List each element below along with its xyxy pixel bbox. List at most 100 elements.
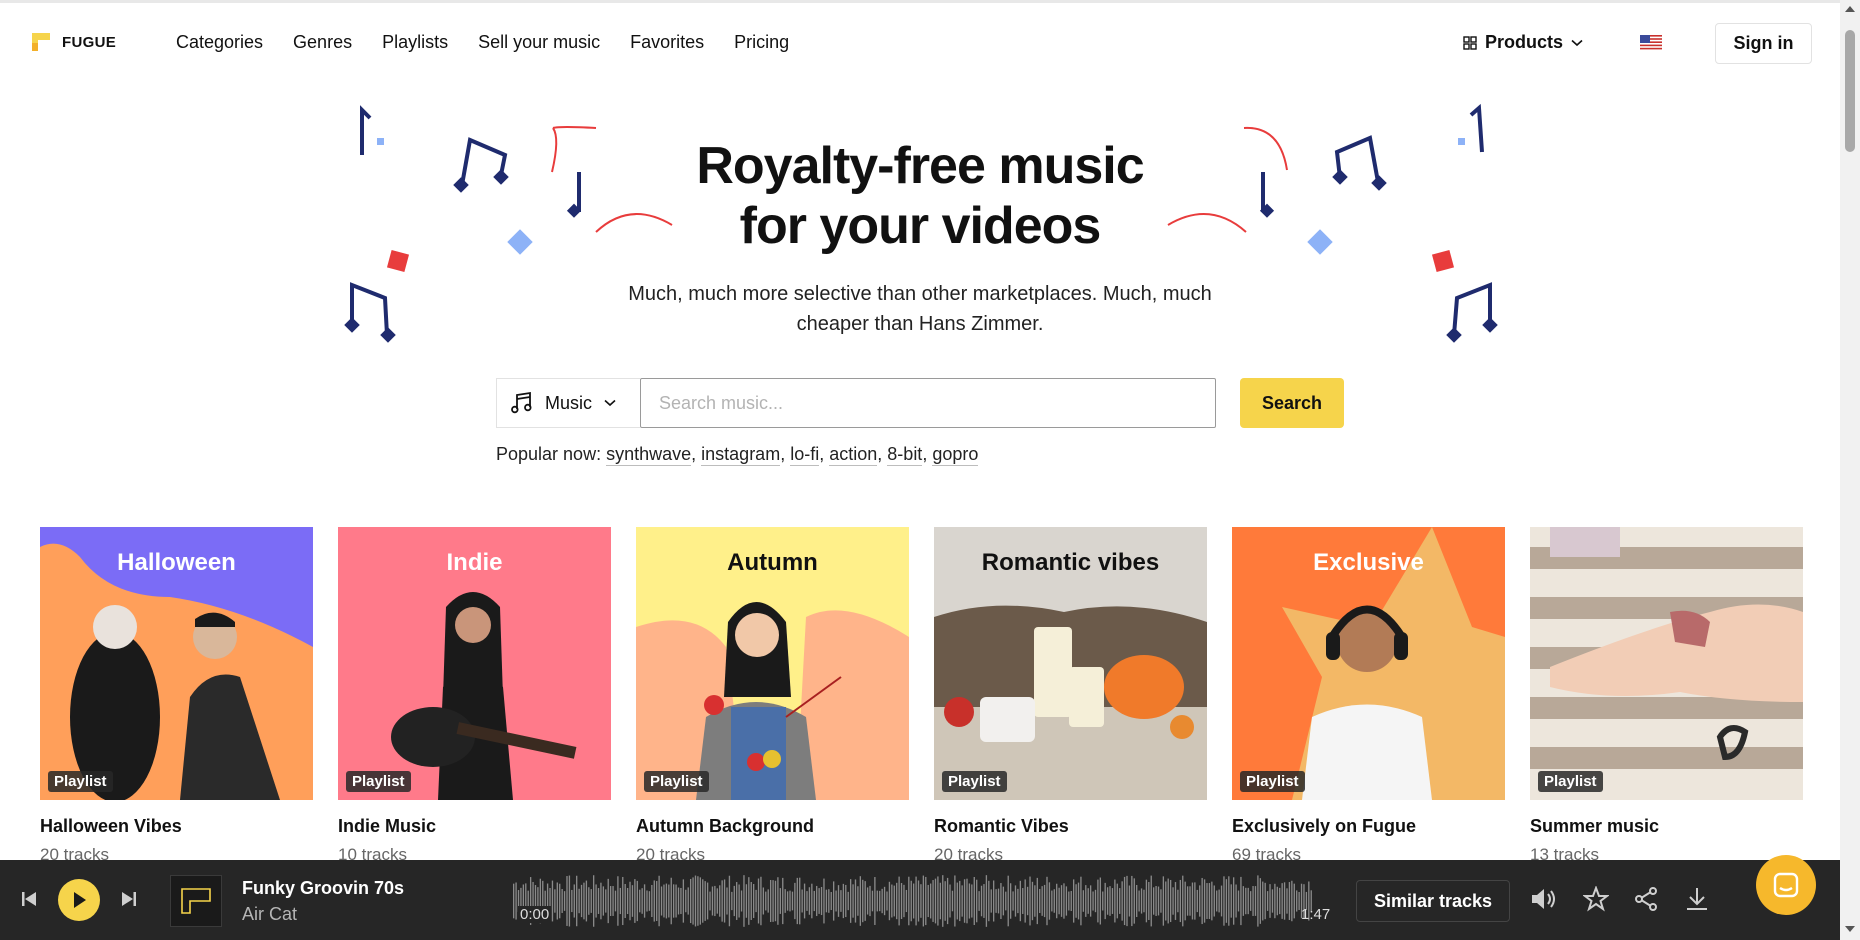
nav-categories[interactable]: Categories bbox=[176, 32, 263, 53]
popular-tag-lo-fi[interactable]: lo-fi bbox=[790, 444, 820, 466]
waveform-bar bbox=[1136, 884, 1138, 917]
scroll-thumb[interactable] bbox=[1845, 30, 1855, 152]
waveform-seekbar[interactable] bbox=[513, 873, 1313, 929]
playlist-card[interactable]: Romantic vibes Playlist Romantic Vibes 2… bbox=[934, 527, 1207, 865]
search-type-dropdown[interactable]: Music bbox=[496, 378, 640, 428]
products-menu[interactable]: Products bbox=[1463, 32, 1583, 53]
playlist-name[interactable]: Indie Music bbox=[338, 816, 611, 837]
playlist-name[interactable]: Summer music bbox=[1530, 816, 1803, 837]
waveform-bar bbox=[857, 886, 859, 916]
music-note-icon-right bbox=[1259, 103, 1498, 343]
playlist-card[interactable]: Indie Playlist Indie Music 10 tracks bbox=[338, 527, 611, 865]
waveform-bar bbox=[1276, 886, 1278, 916]
playlist-cover-title: Exclusive bbox=[1313, 549, 1424, 576]
waveform-bar bbox=[1157, 886, 1160, 916]
playlist-cover[interactable]: Playlist bbox=[1530, 527, 1803, 800]
waveform-bar bbox=[1116, 883, 1118, 919]
playlist-name[interactable]: Exclusively on Fugue bbox=[1232, 816, 1505, 837]
nav-sell-your-music[interactable]: Sell your music bbox=[478, 32, 600, 53]
waveform-bar bbox=[1242, 886, 1245, 916]
popular-tag-instagram[interactable]: instagram bbox=[701, 444, 781, 466]
brand-name: FUGUE bbox=[62, 33, 116, 51]
waveform-bar bbox=[1186, 886, 1189, 916]
waveform-bar bbox=[917, 880, 920, 922]
waveform-bar bbox=[818, 888, 820, 914]
waveform-bar bbox=[881, 888, 883, 914]
waveform-bar bbox=[1060, 885, 1063, 917]
waveform-bar bbox=[988, 880, 990, 922]
download-icon[interactable] bbox=[1684, 886, 1710, 912]
playlist-cover-title: Romantic vibes bbox=[981, 549, 1160, 576]
waveform-bar bbox=[689, 878, 692, 924]
volume-icon[interactable] bbox=[1530, 886, 1558, 912]
nav-favorites[interactable]: Favorites bbox=[630, 32, 704, 53]
star-icon[interactable] bbox=[1583, 886, 1609, 912]
share-icon[interactable] bbox=[1633, 886, 1659, 912]
time-current: 0:00 bbox=[518, 906, 552, 923]
waveform-bar bbox=[1005, 891, 1007, 911]
us-flag-icon[interactable] bbox=[1640, 35, 1662, 50]
waveform-bar bbox=[1174, 882, 1177, 920]
waveform-bar bbox=[624, 884, 626, 918]
chat-support-button[interactable] bbox=[1756, 855, 1816, 915]
playlist-name[interactable]: Autumn Background bbox=[636, 816, 909, 837]
next-track-icon[interactable] bbox=[120, 890, 138, 908]
popular-tag-synthwave[interactable]: synthwave bbox=[606, 444, 692, 466]
popular-tag-gopro[interactable]: gopro bbox=[932, 444, 979, 466]
playlist-name[interactable]: Halloween Vibes bbox=[40, 816, 313, 837]
popular-tag-action[interactable]: action bbox=[829, 444, 878, 466]
playlist-cover[interactable]: Autumn Playlist bbox=[636, 527, 909, 800]
playlist-cover[interactable]: Romantic vibes Playlist bbox=[934, 527, 1207, 800]
playlist-cover[interactable]: Exclusive Playlist bbox=[1232, 527, 1505, 800]
waveform-bar bbox=[1148, 882, 1150, 920]
waveform-bar bbox=[801, 889, 803, 913]
playlist-cover[interactable]: Halloween Playlist bbox=[40, 527, 313, 800]
waveform-bar bbox=[1126, 875, 1128, 927]
track-artwork[interactable] bbox=[170, 875, 222, 927]
waveform-bar bbox=[816, 885, 818, 917]
search-button[interactable]: Search bbox=[1240, 378, 1344, 428]
waveform-bar bbox=[1007, 875, 1009, 927]
playlist-card[interactable]: Halloween Playlist Halloween Vibes 20 tr… bbox=[40, 527, 313, 865]
playlist-card[interactable]: Autumn Playlist Autumn Background 20 tra… bbox=[636, 527, 909, 865]
waveform-bar bbox=[699, 877, 701, 925]
top-navigation-bar: FUGUE Categories Genres Playlists Sell y… bbox=[0, 0, 1840, 80]
sign-in-button[interactable]: Sign in bbox=[1715, 23, 1812, 64]
waveform-bar bbox=[639, 889, 641, 913]
search-input[interactable] bbox=[640, 378, 1216, 428]
waveform-bar bbox=[1017, 888, 1019, 914]
nav-pricing[interactable]: Pricing bbox=[734, 32, 789, 53]
waveform-bar bbox=[828, 889, 830, 913]
waveform-bar bbox=[842, 883, 845, 919]
waveform-bar bbox=[738, 884, 740, 918]
waveform-bar bbox=[1138, 890, 1140, 912]
waveform-bar bbox=[908, 876, 910, 926]
similar-tracks-button[interactable]: Similar tracks bbox=[1356, 880, 1510, 922]
scroll-up-icon[interactable] bbox=[1845, 6, 1855, 12]
waveform-bar bbox=[719, 885, 721, 917]
playlist-cover[interactable]: Indie Playlist bbox=[338, 527, 611, 800]
waveform-bar bbox=[1160, 889, 1162, 913]
playlist-cover-title: Indie bbox=[446, 549, 503, 576]
waveform-bar bbox=[866, 887, 869, 915]
previous-track-icon[interactable] bbox=[20, 890, 38, 908]
playlist-card[interactable]: Exclusive Playlist Exclusively on Fugue … bbox=[1232, 527, 1505, 865]
scroll-down-icon[interactable] bbox=[1845, 926, 1855, 932]
waveform-bar bbox=[709, 891, 711, 911]
nav-playlists[interactable]: Playlists bbox=[382, 32, 448, 53]
waveform-bar bbox=[1097, 879, 1099, 923]
waveform-bar bbox=[1247, 887, 1249, 915]
waveform-bar bbox=[1266, 891, 1269, 911]
brand-logo[interactable]: FUGUE bbox=[30, 31, 116, 53]
waveform-bar bbox=[1046, 876, 1048, 926]
track-artist[interactable]: Air Cat bbox=[242, 904, 297, 925]
page-scrollbar[interactable] bbox=[1840, 0, 1860, 940]
play-button[interactable] bbox=[58, 879, 100, 921]
track-title[interactable]: Funky Groovin 70s bbox=[242, 878, 404, 899]
nav-genres[interactable]: Genres bbox=[293, 32, 352, 53]
popular-tag-8-bit[interactable]: 8-bit bbox=[887, 444, 923, 466]
playlist-card[interactable]: Playlist Summer music 13 tracks bbox=[1530, 527, 1803, 865]
waveform-bar bbox=[942, 875, 944, 927]
hero-title-line1: Royalty-free music bbox=[696, 137, 1144, 195]
playlist-name[interactable]: Romantic Vibes bbox=[934, 816, 1207, 837]
